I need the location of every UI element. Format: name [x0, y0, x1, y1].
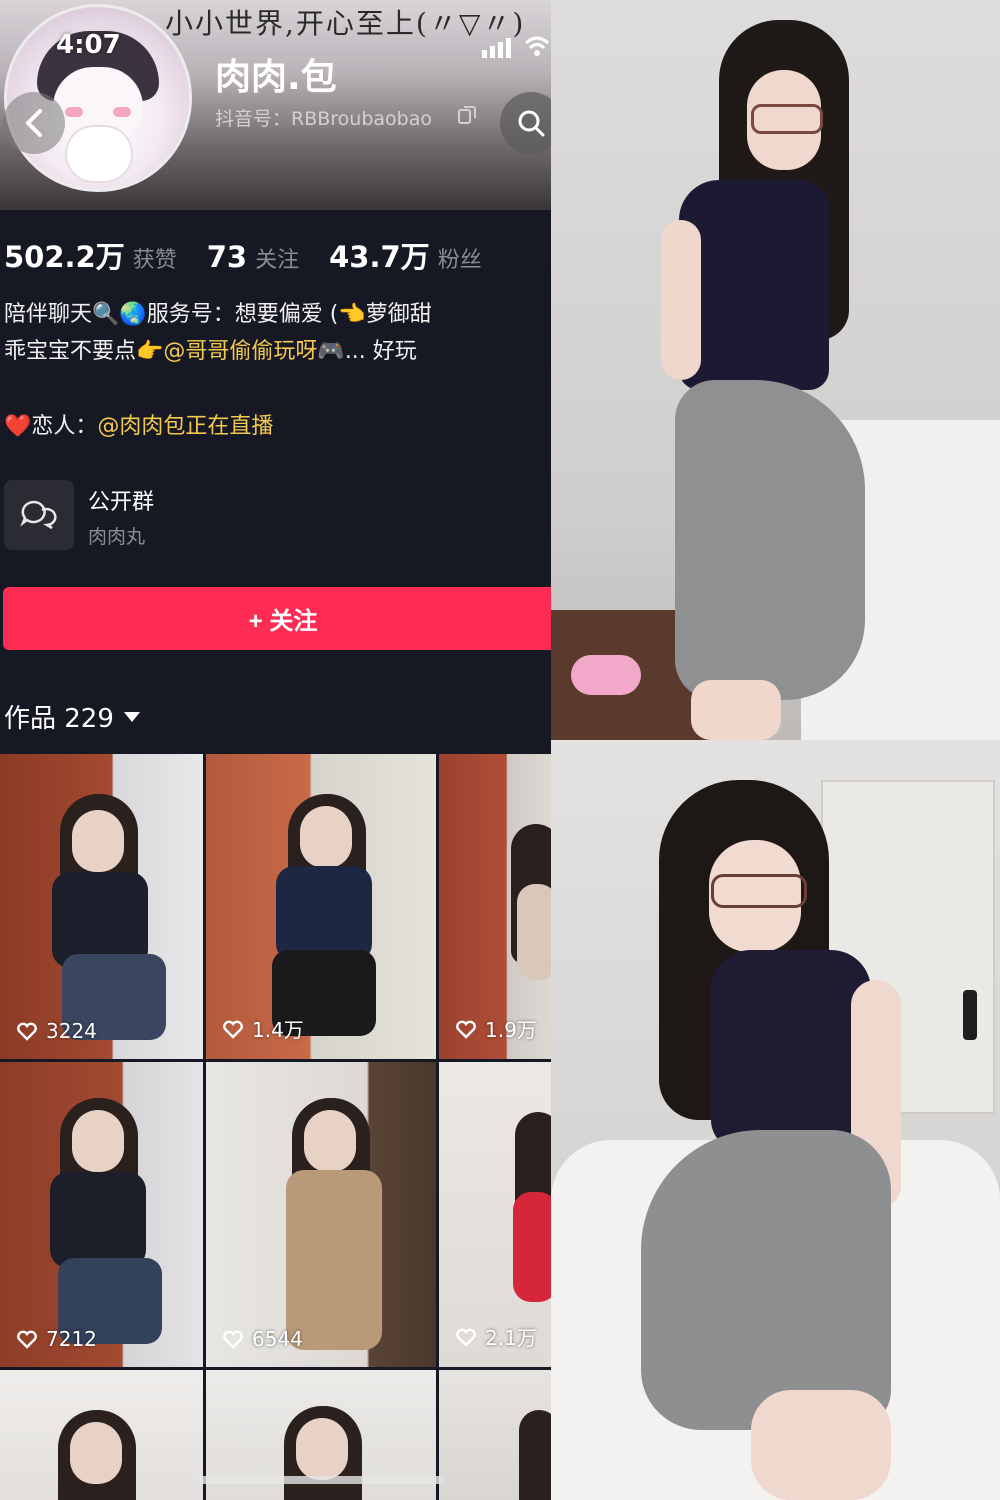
top	[711, 950, 871, 1150]
video-likes: 3224	[16, 1019, 97, 1043]
group-chat-entry[interactable]: 公开群 肉肉丸	[4, 480, 544, 552]
photo-standing	[551, 0, 1000, 740]
figure-hair	[519, 1410, 551, 1500]
works-tab[interactable]: 作品 229	[4, 698, 140, 735]
profile-bio: 陪伴聊天🔍🌏服务号：想要偏爱 (👈萝御甜 乖宝宝不要点👉@哥哥偷偷玩呀🎮... …	[4, 296, 544, 370]
video-likes: 1.4万	[222, 1014, 304, 1043]
heart-icon	[223, 1020, 243, 1039]
figure-head	[72, 1110, 124, 1172]
signal-icon	[482, 38, 511, 58]
glasses	[751, 104, 823, 134]
douyin-id: 抖音号：RBBroubaobao	[215, 108, 432, 130]
avatar-blush	[65, 107, 83, 117]
skirt	[675, 380, 865, 700]
video-tile[interactable]: 6544	[206, 1062, 436, 1367]
figure-head	[304, 1110, 356, 1172]
figure-top	[517, 884, 551, 980]
status-time: 4:07	[56, 30, 121, 60]
figure-head	[72, 810, 124, 872]
video-tile[interactable]: 1.9万	[439, 754, 551, 1059]
chevron-left-icon	[26, 109, 42, 137]
group-chat-icon-box	[4, 480, 74, 550]
leg	[691, 680, 781, 740]
video-tile[interactable]: 3224	[0, 754, 203, 1059]
video-likes: 2.1万	[455, 1322, 537, 1351]
figure-top	[513, 1192, 551, 1302]
bio-mention-link[interactable]: @哥哥偷偷玩呀🎮	[163, 339, 344, 364]
video-tile[interactable]: 2.1万	[439, 1062, 551, 1367]
works-label: 作品 229	[4, 704, 114, 734]
wifi-icon	[524, 36, 550, 56]
figure-top	[50, 1172, 146, 1268]
copy-icon[interactable]	[458, 106, 476, 124]
profile-name: 肉肉.包	[215, 57, 337, 98]
search-icon	[518, 110, 545, 137]
video-likes: 7212	[16, 1327, 97, 1351]
figure-head	[300, 806, 352, 868]
mat-bow	[571, 655, 641, 695]
group-subtitle: 肉肉丸	[88, 526, 146, 548]
heart-icon	[223, 1330, 243, 1349]
door-handle	[963, 990, 977, 1040]
video-tile[interactable]: 7212	[0, 1062, 203, 1367]
top	[679, 180, 829, 390]
avatar-blush	[113, 107, 131, 117]
group-title: 公开群	[88, 490, 155, 515]
avatar-bunny	[65, 125, 133, 183]
heart-icon	[17, 1330, 37, 1349]
video-likes: 1.9万	[455, 1014, 537, 1043]
video-likes-count: 6544	[252, 1327, 303, 1351]
banner-text: 小小世界,开心至上(〃▽〃)	[165, 7, 526, 40]
video-tile[interactable]	[0, 1370, 203, 1500]
follow-button[interactable]: + 关注	[3, 587, 551, 650]
lover-line: ❤️恋人：@肉肉包正在直播	[4, 408, 273, 440]
video-likes-count: 7212	[46, 1327, 97, 1351]
back-button[interactable]	[3, 92, 65, 154]
video-likes: 6544	[222, 1327, 303, 1351]
video-likes-count: 1.4万	[252, 1018, 304, 1042]
home-indicator	[198, 1476, 444, 1484]
bio-line-1: 陪伴聊天🔍🌏服务号：想要偏爱 (👈萝御甜	[4, 302, 432, 327]
arm	[661, 220, 701, 380]
bio-more-link[interactable]: ... 好玩	[345, 339, 417, 364]
video-likes-count: 2.1万	[485, 1326, 537, 1350]
profile-screen: 小小世界,开心至上(〃▽〃) 4:07 肉肉.包 抖音号：RBBroubaoba…	[0, 0, 551, 1500]
figure-head	[70, 1422, 122, 1484]
likes-label: 获赞	[132, 248, 177, 273]
video-tile[interactable]	[439, 1370, 551, 1500]
lover-mention-link[interactable]: @肉肉包正在直播	[97, 414, 273, 439]
followers-count[interactable]: 43.7万	[329, 234, 430, 276]
followers-label[interactable]: 粉丝	[438, 242, 482, 274]
heart-icon	[456, 1020, 476, 1039]
video-likes-count: 1.9万	[485, 1018, 537, 1042]
video-likes-count: 3224	[46, 1019, 97, 1043]
photo-sitting	[551, 740, 1000, 1500]
following-count[interactable]: 73	[207, 240, 247, 274]
lover-label: ❤️恋人：	[4, 414, 98, 439]
following-label[interactable]: 关注	[255, 242, 299, 274]
figure-top	[286, 1170, 382, 1350]
caret-down-icon	[123, 711, 140, 722]
bio-line-2: 乖宝宝不要点👉@哥哥偷偷玩呀🎮... 好玩	[4, 333, 544, 370]
heart-icon	[17, 1022, 37, 1041]
leg	[751, 1390, 891, 1500]
glasses	[711, 874, 807, 908]
profile-stats: 502.2万 获赞 73 关注 43.7万 粉丝	[4, 234, 512, 276]
bio-text: 乖宝宝不要点👉	[4, 339, 164, 364]
figure-top	[276, 866, 372, 962]
skirt	[641, 1130, 891, 1430]
heart-icon	[456, 1328, 476, 1347]
figure-head	[296, 1418, 348, 1480]
chat-bubble-icon	[20, 500, 57, 530]
video-tile[interactable]: 1.4万	[206, 754, 436, 1059]
video-grid: 3224 1.4万 1.9万 7212 6544 2.1万	[0, 754, 551, 1500]
likes-count: 502.2万	[4, 240, 125, 274]
